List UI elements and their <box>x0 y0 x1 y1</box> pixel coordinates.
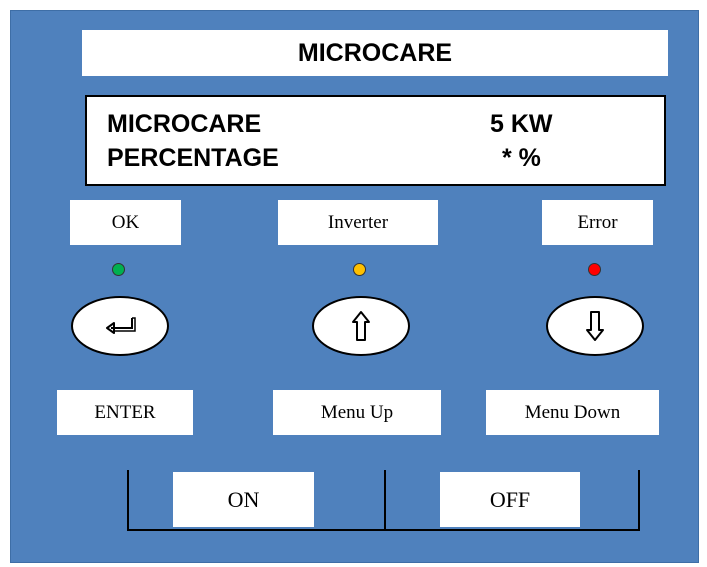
switch-frame-divider <box>384 470 386 530</box>
switch-frame-bottom <box>127 529 640 531</box>
indicator-label-error: Error <box>542 200 653 245</box>
indicator-label-ok: OK <box>70 200 181 245</box>
menu-down-button[interactable] <box>546 296 644 356</box>
panel-title: MICROCARE <box>82 30 668 76</box>
power-off-button[interactable]: OFF <box>440 472 580 527</box>
button-label-enter: ENTER <box>57 390 193 435</box>
power-on-button[interactable]: ON <box>173 472 314 527</box>
switch-frame-right <box>638 470 640 530</box>
arrow-down-icon <box>584 310 606 342</box>
enter-button[interactable] <box>71 296 169 356</box>
led-ok-indicator <box>112 263 125 276</box>
button-label-menu-up: Menu Up <box>273 390 441 435</box>
menu-up-button[interactable] <box>312 296 410 356</box>
enter-icon <box>102 315 138 337</box>
display-row2-value: * % <box>502 144 541 172</box>
display-row1-label: MICROCARE <box>107 110 262 138</box>
arrow-up-icon <box>350 310 372 342</box>
control-panel <box>10 10 699 563</box>
led-inverter-indicator <box>353 263 366 276</box>
lcd-display: MICROCARE 5 KW PERCENTAGE * % <box>85 95 666 186</box>
switch-frame-left <box>127 470 129 530</box>
button-label-menu-down: Menu Down <box>486 390 659 435</box>
display-row1-value: 5 KW <box>490 110 553 138</box>
display-row2-label: PERCENTAGE <box>107 144 279 172</box>
indicator-label-inverter: Inverter <box>278 200 438 245</box>
led-error-indicator <box>588 263 601 276</box>
